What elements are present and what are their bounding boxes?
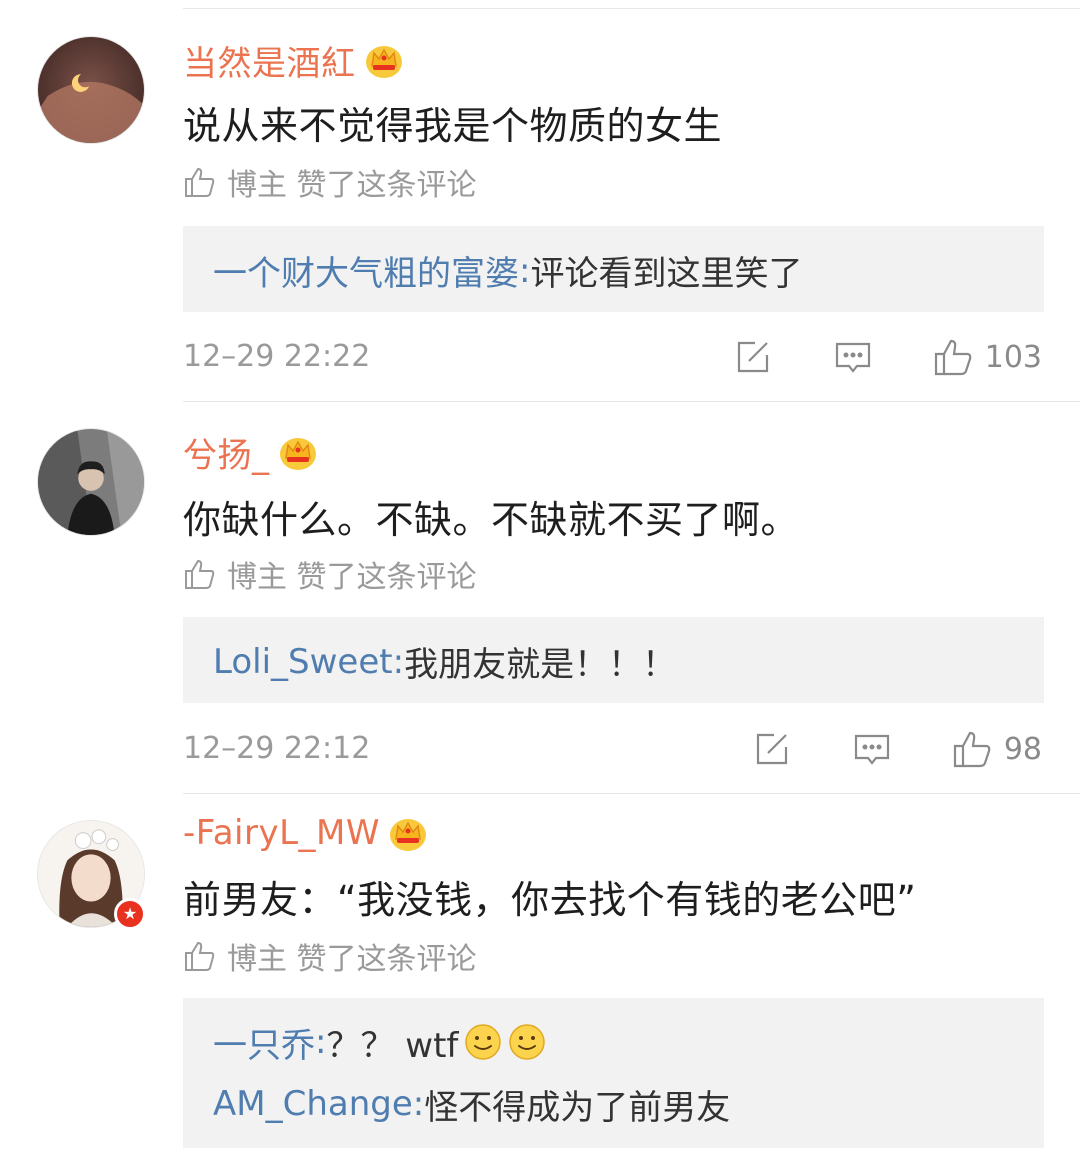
comment-text: 你缺什么。不缺。不缺就不买了啊。 (183, 498, 800, 542)
author-liked-note: 博主 赞了这条评论 (183, 934, 477, 978)
reply-separator: : (412, 1084, 425, 1124)
crown-badge-icon (389, 819, 426, 851)
like-button[interactable]: 103 (933, 337, 1042, 377)
share-edit-icon (737, 341, 768, 373)
reply-text: 怪不得成为了前男友 (424, 1087, 731, 1128)
liked-label: 博主 赞了这条评论 (227, 560, 477, 595)
comment-button[interactable] (852, 729, 892, 769)
avatar[interactable] (37, 36, 145, 144)
reply-username[interactable]: Loli_Sweet (213, 642, 393, 682)
thumb-up-icon (934, 339, 972, 376)
reply-box[interactable]: 一个财大气粗的富婆 : 评论看到这里笑了 (183, 226, 1044, 312)
share-edit-icon (756, 733, 787, 765)
like-count: 103 (984, 339, 1042, 375)
username[interactable]: 当然是酒紅 (183, 36, 356, 85)
like-button[interactable]: 98 (952, 729, 1042, 769)
top-divider (183, 8, 1080, 9)
thumb-up-icon (953, 731, 991, 768)
reply-line: 一只乔 : ？？ wtf (213, 1018, 1014, 1066)
reply-username[interactable]: AM_Change (213, 1084, 413, 1124)
username[interactable]: -FairyL_MW (183, 813, 380, 853)
like-count: 98 (1003, 731, 1042, 767)
liked-label: 博主 赞了这条评论 (227, 942, 477, 977)
smile-emoji-icon (465, 1024, 502, 1060)
reply-text: 评论看到这里笑了 (530, 254, 803, 294)
comment-icon (835, 342, 870, 373)
reply-line: Loli_Sweet : 我朋友就是！！！ (213, 637, 1014, 686)
smile-emoji-icon (509, 1024, 546, 1060)
liked-label: 博主 赞了这条评论 (227, 168, 477, 203)
share-button[interactable] (733, 337, 773, 377)
avatar[interactable] (37, 428, 145, 536)
username[interactable]: 兮扬_ (183, 428, 270, 477)
reply-separator: : (315, 1022, 327, 1062)
comment-icon (854, 734, 889, 765)
author-liked-note: 博主 赞了这条评论 (183, 552, 477, 596)
crown-badge-icon (279, 438, 316, 470)
thumb-up-icon (185, 941, 215, 971)
reply-username[interactable]: 一个财大气粗的富婆 (213, 246, 519, 295)
reply-line: 一个财大气粗的富婆 : 评论看到这里笑了 (213, 246, 1014, 295)
timestamp: 12–29 22:12 (183, 731, 371, 766)
reply-box[interactable]: Loli_Sweet : 我朋友就是！！！ (183, 617, 1044, 703)
crown-badge-icon (365, 46, 402, 78)
comment-divider (183, 401, 1080, 402)
verified-star-icon: ★ (114, 898, 146, 930)
reply-username[interactable]: 一只乔 (213, 1018, 315, 1067)
share-button[interactable] (752, 729, 792, 769)
reply-separator: : (519, 250, 531, 291)
thumb-up-icon (185, 559, 215, 589)
author-liked-note: 博主 赞了这条评论 (183, 160, 477, 204)
reply-line: AM_Change : 怪不得成为了前男友 (213, 1080, 1014, 1128)
reply-separator: : (392, 641, 405, 682)
reply-text: 我朋友就是！！！ (404, 645, 677, 685)
reply-box[interactable]: 一只乔 : ？？ wtf AM_Change : 怪不得成为了前男友 (183, 998, 1044, 1148)
reply-text: ？？ wtf (326, 1025, 459, 1066)
thumb-up-icon (185, 167, 215, 197)
comment-button[interactable] (833, 337, 873, 377)
comment-text: 说从来不觉得我是个物质的女生 (183, 104, 723, 148)
comment-text: 前男友：“我没钱，你去找个有钱的老公吧” (183, 878, 917, 922)
timestamp: 12–29 22:22 (183, 339, 371, 374)
comment-divider (183, 793, 1080, 794)
